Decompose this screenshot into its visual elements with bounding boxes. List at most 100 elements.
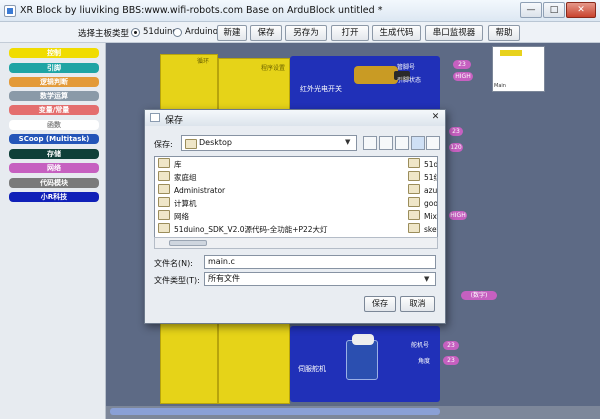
maximize-button[interactable]: □ [543, 2, 565, 18]
ir-sensor-label: 红外光电开关 [300, 85, 342, 93]
list-item[interactable]: Administrator [158, 184, 225, 196]
toolbar: 选择主板类型 51duino Arduino 新建 保存 另存为 打开 生成代码… [0, 22, 600, 43]
folder-icon [408, 184, 420, 194]
servo-angle-value[interactable]: 23 [443, 356, 459, 365]
file-list-scroll-thumb[interactable] [169, 240, 207, 246]
title-bar: XR Block by liuviking BBS:www.wifi-robot… [0, 0, 600, 22]
help-button[interactable]: 帮助 [488, 25, 520, 41]
list-item[interactable]: 家庭组 [158, 171, 197, 183]
folder-icon [158, 197, 170, 207]
list-item[interactable]: goog [408, 197, 437, 209]
list-item[interactable]: 51du [408, 158, 437, 170]
lookin-label: 保存: [154, 140, 173, 149]
folder-icon [158, 158, 170, 168]
up-folder-icon[interactable] [363, 136, 377, 150]
chevron-down-icon: ▼ [345, 138, 351, 146]
folder-icon [185, 139, 197, 149]
new-folder-icon[interactable] [395, 136, 409, 150]
lookin-combo[interactable]: Desktop ▼ [181, 135, 357, 151]
workspace-scroll-thumb[interactable] [110, 408, 440, 415]
ir-state-label: 引脚状态 [397, 77, 422, 84]
window-title: XR Block by liuviking BBS:www.wifi-robot… [20, 5, 383, 16]
close-button[interactable]: ✕ [566, 2, 596, 18]
filename-input[interactable]: main.c [204, 255, 436, 269]
dialog-app-icon [150, 113, 160, 122]
side-pill-3[interactable]: HIGH [449, 211, 467, 220]
list-item[interactable]: 网络 [158, 210, 189, 222]
folder-icon [408, 223, 420, 233]
palette-network[interactable]: 网络 [9, 163, 99, 173]
servo-image [346, 340, 378, 380]
ir-sensor-image [354, 66, 398, 84]
loop-label: 循环 [197, 58, 210, 65]
dialog-title: 保存 [165, 116, 184, 126]
block-palette: 控制 引脚 逻辑判断 数学运算 变量/常量 函数 SCoop (Multitas… [0, 43, 106, 419]
ir-sensor-block[interactable]: 红外光电开关 管脚号 引脚状态 [290, 56, 440, 112]
radio-51duino[interactable] [131, 28, 140, 37]
list-item[interactable]: azure [408, 184, 437, 196]
list-item[interactable]: 51红 [408, 171, 437, 183]
palette-storage[interactable]: 存储 [9, 149, 99, 159]
list-item[interactable]: 计算机 [158, 197, 197, 209]
filename-label: 文件名(N): [154, 259, 193, 268]
minimize-button[interactable]: — [520, 2, 542, 18]
save-button[interactable]: 保存 [250, 25, 282, 41]
palette-math[interactable]: 数学运算 [9, 91, 99, 101]
palette-code-module[interactable]: 代码模块 [9, 178, 99, 188]
palette-xiaor[interactable]: 小R科技 [9, 192, 99, 202]
radio-arduino-label: Arduino [185, 27, 218, 37]
palette-pins[interactable]: 引脚 [9, 63, 99, 73]
servo-pin-value[interactable]: 23 [443, 341, 459, 350]
lookin-value: Desktop [199, 138, 232, 147]
filetype-label: 文件类型(T): [154, 276, 200, 285]
folder-icon [408, 210, 420, 220]
ir-pin-value[interactable]: 23 [453, 60, 471, 69]
folder-icon [158, 184, 170, 194]
home-folder-icon[interactable] [379, 136, 393, 150]
dialog-save-button[interactable]: 保存 [364, 296, 396, 312]
folder-icon [158, 223, 170, 233]
folder-icon [408, 158, 420, 168]
folder-icon [408, 171, 420, 181]
side-pill-1[interactable]: 23 [449, 127, 463, 136]
palette-logic[interactable]: 逻辑判断 [9, 77, 99, 87]
dialog-close-icon[interactable]: ✕ [429, 112, 442, 123]
side-pill-2[interactable]: 120 [449, 143, 463, 152]
radio-arduino[interactable] [173, 28, 182, 37]
side-pill-4[interactable]: (数字) [461, 291, 497, 300]
list-view-icon[interactable] [411, 136, 425, 150]
new-button[interactable]: 新建 [217, 25, 247, 41]
filetype-combo[interactable]: 所有文件 ▼ [204, 272, 436, 286]
servo-horn [352, 334, 374, 345]
list-item[interactable]: Mixly [408, 210, 437, 222]
generate-code-button[interactable]: 生成代码 [372, 25, 421, 41]
folder-icon [158, 210, 170, 220]
file-list[interactable]: 库 家庭组 Administrator 计算机 网络 51duino_SDK_V… [154, 156, 438, 249]
servo-pin-label: 舵机号 [411, 342, 430, 349]
list-item[interactable]: 51duino_SDK_V2.0源代码-全功能+P22大灯 [158, 223, 328, 235]
setup-label: 程序设置 [261, 65, 286, 72]
palette-control[interactable]: 控制 [9, 48, 99, 58]
board-type-label: 选择主板类型 [78, 29, 130, 39]
palette-functions[interactable]: 函数 [9, 120, 99, 130]
palette-variables[interactable]: 变量/常量 [9, 105, 99, 115]
open-button[interactable]: 打开 [331, 25, 369, 41]
app-icon [4, 5, 16, 17]
folder-icon [408, 197, 420, 207]
save-as-button[interactable]: 另存为 [285, 25, 327, 41]
list-item[interactable]: sket [408, 223, 437, 235]
chevron-down-icon: ▼ [424, 275, 430, 283]
serial-monitor-button[interactable]: 串口监视器 [425, 25, 483, 41]
servo-angle-label: 角度 [418, 358, 431, 365]
servo-block[interactable]: 伺服舵机 舵机号 角度 [290, 326, 440, 402]
minimap-caption: Main [494, 83, 506, 89]
details-view-icon[interactable] [426, 136, 440, 150]
folder-icon [158, 171, 170, 181]
file-list-scrollbar[interactable] [154, 237, 438, 249]
list-item[interactable]: 库 [158, 158, 182, 170]
ir-state-value[interactable]: HIGH [453, 72, 473, 81]
palette-scoop[interactable]: SCoop (Multitask) [9, 134, 99, 144]
save-dialog: 保存 ✕ 保存: Desktop ▼ 库 家庭组 Administrator 计… [144, 109, 446, 324]
dialog-cancel-button[interactable]: 取消 [400, 296, 435, 312]
filetype-value: 所有文件 [208, 274, 240, 283]
